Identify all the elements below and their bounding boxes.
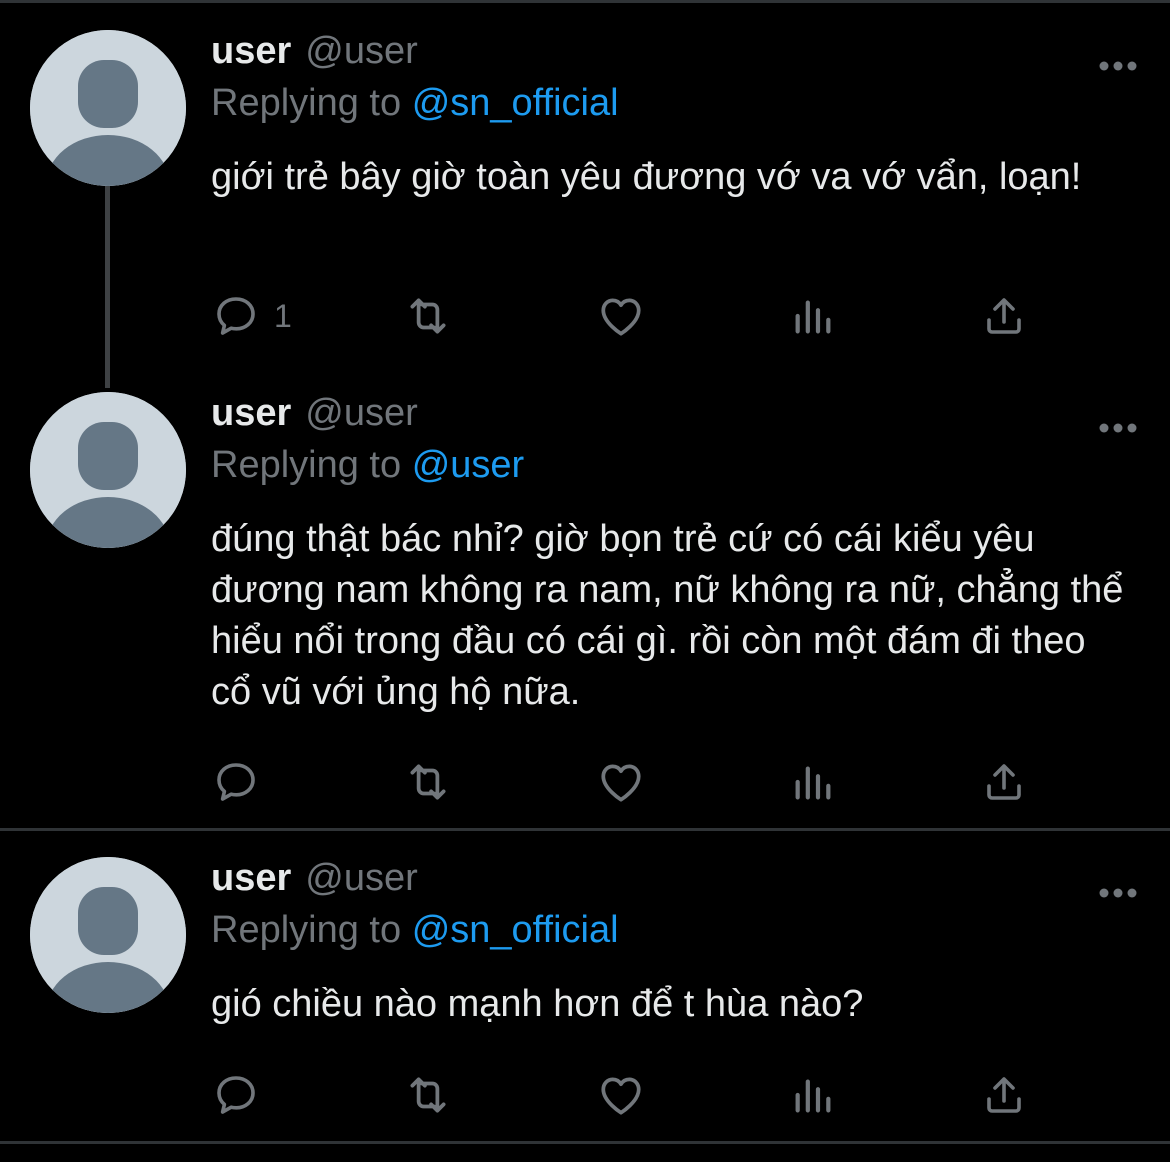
replying-to-prefix: Replying to xyxy=(211,82,402,124)
tweet-text: gió chiều nào mạnh hơn để t hùa nào? xyxy=(211,983,864,1025)
like-button[interactable] xyxy=(596,1065,646,1125)
replying-to-line: Replying to @sn_official xyxy=(211,82,619,125)
replying-to-mention[interactable]: @user xyxy=(412,444,525,486)
username-handle[interactable]: @user xyxy=(305,857,418,900)
retweet-icon xyxy=(410,298,446,334)
share-icon xyxy=(987,1077,1021,1113)
analytics-icon xyxy=(795,300,831,334)
top-divider xyxy=(0,0,1170,3)
avatar[interactable] xyxy=(30,30,186,186)
display-name[interactable]: user xyxy=(211,392,291,435)
replying-to-prefix: Replying to xyxy=(211,444,402,486)
analytics-icon xyxy=(795,766,831,800)
tweet-1[interactable]: user @user Replying to @sn_official giới… xyxy=(0,30,1170,360)
share-icon xyxy=(987,764,1021,800)
more-icon[interactable] xyxy=(1098,887,1138,899)
retweet-button[interactable] xyxy=(403,752,453,812)
retweet-icon xyxy=(410,1077,446,1113)
analytics-button[interactable] xyxy=(790,286,836,346)
like-button[interactable] xyxy=(596,752,646,812)
display-name[interactable]: user xyxy=(211,857,291,900)
reply-button[interactable]: 1 xyxy=(212,286,292,346)
like-icon xyxy=(601,1077,641,1115)
replying-to-prefix: Replying to xyxy=(211,909,402,951)
tweet-header: user @user xyxy=(211,857,418,913)
analytics-button[interactable] xyxy=(790,1065,836,1125)
share-button[interactable] xyxy=(980,286,1028,346)
reply-icon xyxy=(217,1076,255,1114)
default-avatar-icon xyxy=(30,30,186,186)
tweet-header: user @user xyxy=(211,392,418,448)
reply-icon xyxy=(217,763,255,801)
reply-button[interactable] xyxy=(212,752,274,812)
tweet-divider xyxy=(0,1141,1170,1144)
username-handle[interactable]: @user xyxy=(305,30,418,73)
reply-count: 1 xyxy=(274,297,292,334)
more-icon[interactable] xyxy=(1098,422,1138,434)
action-bar: 1 xyxy=(0,286,1170,346)
like-button[interactable] xyxy=(596,286,646,346)
avatar[interactable] xyxy=(30,857,186,1013)
username-handle[interactable]: @user xyxy=(305,392,418,435)
tweet-2[interactable]: user @user Replying to @user đúng thật b… xyxy=(0,392,1170,812)
share-button[interactable] xyxy=(980,1065,1028,1125)
analytics-button[interactable] xyxy=(790,752,836,812)
tweet-text: giới trẻ bây giờ toàn yêu đương vớ va vớ… xyxy=(211,156,1082,198)
reply-icon xyxy=(217,297,255,335)
like-icon xyxy=(601,298,641,336)
replying-to-mention[interactable]: @sn_official xyxy=(412,82,619,124)
share-button[interactable] xyxy=(980,752,1028,812)
avatar[interactable] xyxy=(30,392,186,548)
like-icon xyxy=(601,764,641,802)
share-icon xyxy=(987,298,1021,334)
tweet-text: đúng thật bác nhỉ? giờ bọn trẻ cứ có cái… xyxy=(211,518,1124,713)
display-name[interactable]: user xyxy=(211,30,291,73)
tweet-header: user @user xyxy=(211,30,418,86)
more-icon[interactable] xyxy=(1098,60,1138,72)
action-bar xyxy=(0,752,1170,812)
replying-to-line: Replying to @sn_official xyxy=(211,909,619,952)
retweet-button[interactable] xyxy=(403,1065,453,1125)
analytics-icon xyxy=(795,1079,831,1113)
reply-button[interactable] xyxy=(212,1065,274,1125)
tweet-divider xyxy=(0,828,1170,831)
retweet-icon xyxy=(410,764,446,800)
replying-to-mention[interactable]: @sn_official xyxy=(412,909,619,951)
replying-to-line: Replying to @user xyxy=(211,444,524,487)
default-avatar-icon xyxy=(30,857,186,1013)
retweet-button[interactable] xyxy=(403,286,453,346)
tweet-3[interactable]: user @user Replying to @sn_official gió … xyxy=(0,857,1170,1127)
action-bar xyxy=(0,1065,1170,1125)
default-avatar-icon xyxy=(30,392,186,548)
